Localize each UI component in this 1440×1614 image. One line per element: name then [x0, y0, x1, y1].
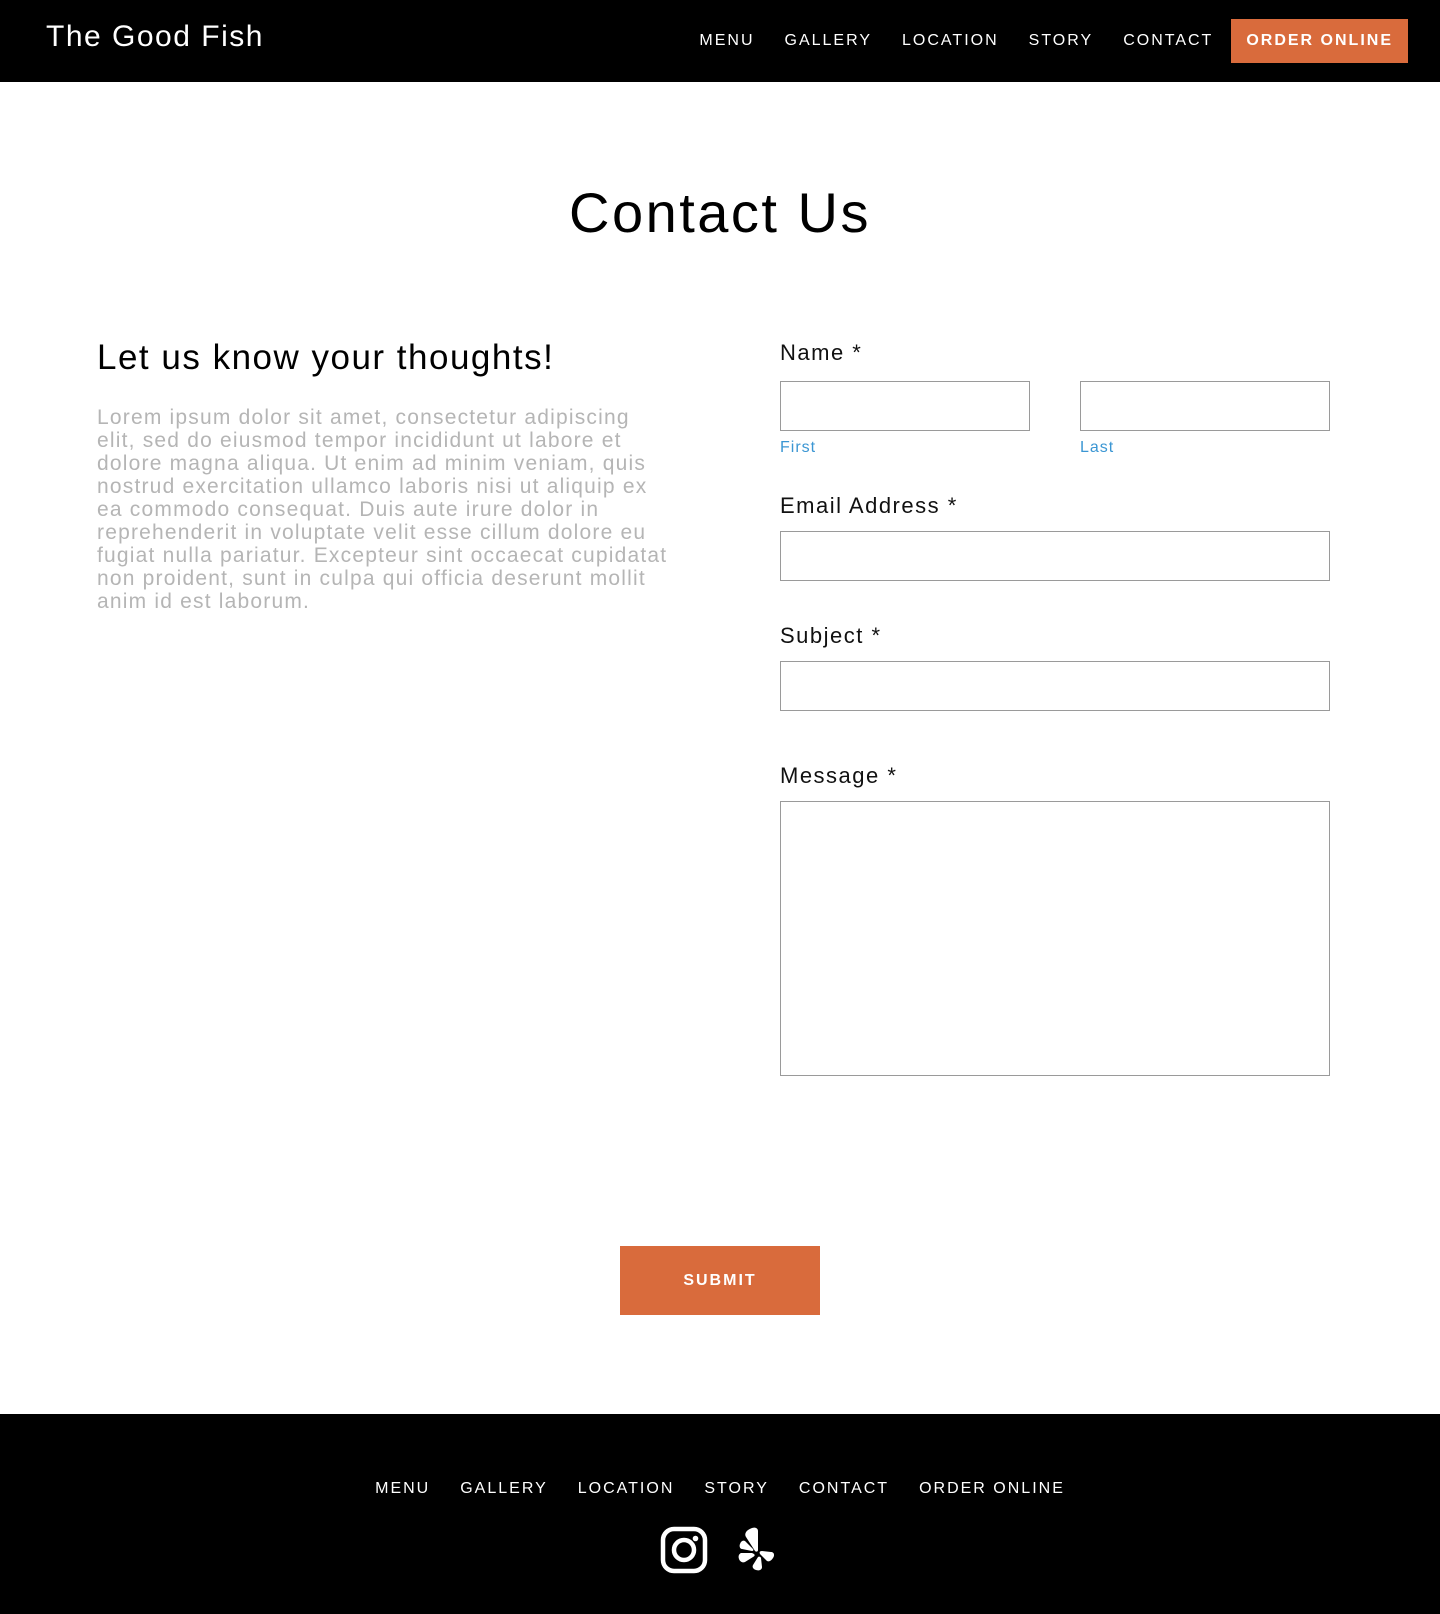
footer-nav: MENU GALLERY LOCATION STORY CONTACT ORDE… [0, 1480, 1440, 1498]
footer-nav-gallery[interactable]: GALLERY [460, 1480, 548, 1498]
intro-text: Lorem ipsum dolor sit amet, consectetur … [97, 406, 668, 613]
order-online-button[interactable]: ORDER ONLINE [1231, 19, 1408, 63]
footer-nav-story[interactable]: STORY [704, 1480, 769, 1498]
last-name-input[interactable] [1080, 381, 1330, 431]
subject-input[interactable] [780, 661, 1330, 711]
footer-nav-order-online[interactable]: ORDER ONLINE [919, 1480, 1065, 1498]
footer-nav-location[interactable]: LOCATION [578, 1480, 675, 1498]
email-label: Email Address * [780, 493, 958, 518]
message-textarea[interactable] [780, 801, 1330, 1076]
nav-contact[interactable]: CONTACT [1123, 32, 1213, 50]
brand-logo[interactable]: The Good Fish [46, 20, 264, 54]
page-title: Contact Us [569, 181, 871, 244]
nav-menu[interactable]: MENU [699, 32, 754, 50]
message-label: Message * [780, 763, 898, 788]
intro-section: Let us know your thoughts! Lorem ipsum d… [97, 338, 672, 613]
first-name-input[interactable] [780, 381, 1030, 431]
subject-label: Subject * [780, 623, 882, 648]
main-nav: MENU GALLERY LOCATION STORY CONTACT ORDE… [699, 0, 1440, 82]
last-name-sublabel: Last [1080, 439, 1115, 456]
yelp-icon[interactable] [732, 1524, 780, 1576]
last-name-group: Last [1080, 381, 1330, 457]
email-input[interactable] [780, 531, 1330, 581]
footer-nav-contact[interactable]: CONTACT [799, 1480, 889, 1498]
site-header: The Good Fish MENU GALLERY LOCATION STOR… [0, 0, 1440, 82]
first-name-group: First [780, 381, 1030, 457]
intro-heading: Let us know your thoughts! [97, 338, 555, 377]
nav-gallery[interactable]: GALLERY [785, 32, 873, 50]
nav-story[interactable]: STORY [1029, 32, 1094, 50]
social-links [0, 1524, 1440, 1576]
submit-button[interactable]: SUBMIT [620, 1246, 820, 1315]
nav-location[interactable]: LOCATION [902, 32, 999, 50]
footer-nav-menu[interactable]: MENU [375, 1480, 430, 1498]
site-footer: MENU GALLERY LOCATION STORY CONTACT ORDE… [0, 1414, 1440, 1614]
name-row: First Last [780, 381, 1330, 461]
instagram-icon[interactable] [660, 1524, 708, 1576]
first-name-sublabel: First [780, 439, 817, 456]
name-label: Name * [780, 340, 863, 365]
